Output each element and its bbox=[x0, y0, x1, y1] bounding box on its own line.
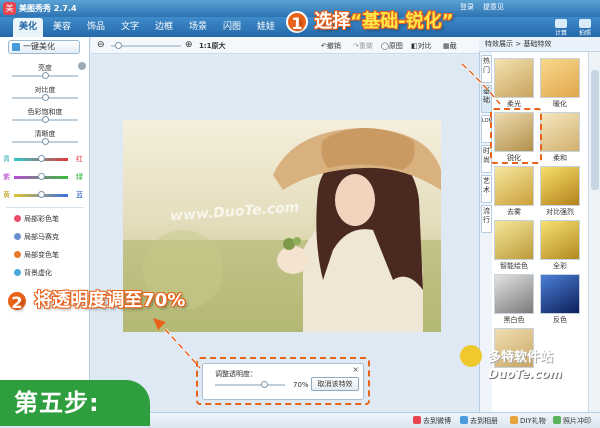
brand-tagline: 国内最安全的软件站 bbox=[490, 388, 562, 397]
duote-brand: 多特软件站 DuoTe.com 国内最安全的软件站 bbox=[460, 345, 590, 405]
arrow-to-dialog-inner bbox=[157, 321, 201, 369]
brand-cn: 多特软件站 bbox=[488, 350, 554, 365]
mascot-icon bbox=[460, 345, 482, 367]
arrow-head bbox=[153, 318, 166, 330]
arrow-to-sharpen bbox=[461, 62, 502, 105]
brand-en: DuoTe.com bbox=[488, 367, 562, 381]
arrow-to-sharpen-inner bbox=[461, 63, 501, 105]
